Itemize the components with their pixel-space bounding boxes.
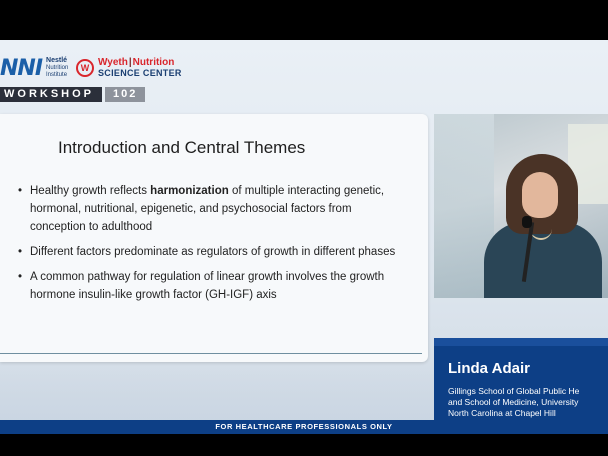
nni-line-3: Institute [46,72,68,78]
bullet-item: A common pathway for regulation of linea… [18,268,408,304]
bullet-emphasis: harmonization [150,185,229,197]
nni-logo-text: Nestlé Nutrition Institute [46,57,68,79]
wyeth-science-center: SCIENCE CENTER [98,68,182,78]
microphone-icon [522,216,532,228]
wyeth-nutrition-logo: W Wyeth|Nutrition SCIENCE CENTER [76,58,182,78]
footer-banner: FOR HEALTHCARE PROFESSIONALS ONLY [0,420,608,434]
affiliation-line: North Carolina at Chapel Hill [448,408,556,418]
wyeth-seal-icon: W [76,59,94,77]
nestle-nutrition-institute-logo: NNI Nestlé Nutrition Institute [0,55,68,81]
wyeth-brand-line: Wyeth|Nutrition [98,57,175,68]
nni-line-2: Nutrition [46,65,69,71]
speaker-face [522,172,558,218]
speaker-video [434,114,608,298]
nni-line-1: Nestlé [46,57,68,64]
slide-divider [0,353,422,354]
speaker-affiliation: Gillings School of Global Public He and … [448,386,608,419]
bullet-item: Different factors predominate as regulat… [18,243,408,261]
slide-bullet-list: Healthy growth reflects harmonization of… [18,182,408,311]
workshop-number: 102 [105,87,146,102]
wyeth-logo-text: Wyeth|Nutrition SCIENCE CENTER [98,57,182,79]
presentation-slide: Introduction and Central Themes Healthy … [0,114,428,362]
affiliation-line: and School of Medicine, University [448,397,579,407]
affiliation-line: Gillings School of Global Public He [448,386,580,396]
nni-logo-mark: NNI [0,55,43,81]
workshop-label: WORKSHOP [0,87,102,102]
slide-title: Introduction and Central Themes [58,138,306,157]
name-card-accent [434,338,608,346]
bullet-item: Healthy growth reflects harmonization of… [18,182,408,236]
stream-frame: NNI Nestlé Nutrition Institute W Wyeth|N… [0,40,608,434]
workshop-badge: WORKSHOP 102 [0,87,146,102]
speaker-name: Linda Adair [448,360,530,377]
